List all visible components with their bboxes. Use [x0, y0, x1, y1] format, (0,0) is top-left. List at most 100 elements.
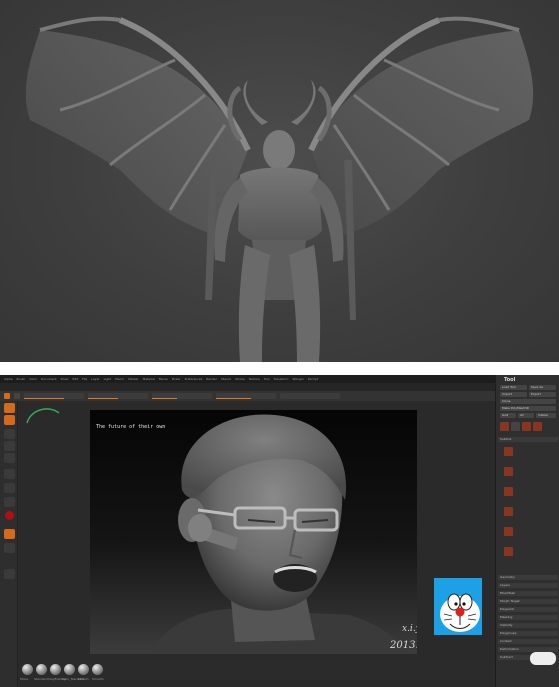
signature-name: x.i.y. — [402, 624, 417, 634]
subtool-thumb-2[interactable] — [504, 467, 513, 476]
menu-item-alpha[interactable]: Alpha — [4, 377, 13, 381]
zsub-button[interactable] — [14, 393, 20, 399]
tool-thumb-2[interactable] — [511, 422, 520, 431]
navigation-gizmo-icon[interactable] — [23, 403, 63, 433]
menu-item-zplugin[interactable]: Zplugin — [292, 377, 303, 381]
tool-palette-title: Tool — [504, 377, 516, 383]
zadd-button[interactable] — [4, 393, 10, 399]
menu-item-edit[interactable]: Edit — [72, 377, 78, 381]
morph-target-section[interactable]: Morph Target — [498, 599, 558, 604]
import-button[interactable]: Import — [500, 392, 527, 397]
doraemon-sticker-image — [434, 578, 482, 635]
all-button[interactable]: All — [518, 413, 534, 418]
z-intensity-slider[interactable] — [88, 393, 148, 399]
edit-tool-icon[interactable] — [4, 403, 15, 413]
clone-button[interactable]: Clone — [500, 399, 556, 404]
left-shelf — [0, 401, 18, 687]
menu-item-tool[interactable]: Tool — [264, 377, 270, 381]
document-viewport[interactable]: The future of their own x.i.y. 2013.1.8 — [90, 410, 417, 654]
watermark-badge — [530, 652, 556, 665]
brush-damstandard-icon[interactable] — [64, 664, 75, 675]
brush-smooth-icon[interactable] — [92, 664, 103, 675]
export-button[interactable]: Export — [529, 392, 556, 397]
brush-hpolish-label: hPolish — [78, 677, 89, 681]
demon-sculpt-render — [0, 0, 559, 362]
tool-thumb-3[interactable] — [522, 422, 531, 431]
masking-section[interactable]: Masking — [498, 615, 558, 620]
dynamic-slider[interactable] — [280, 393, 340, 399]
subtool-thumb-6[interactable] — [504, 547, 513, 556]
menu-item-stencil[interactable]: Stencil — [221, 377, 231, 381]
brush-standard-label: Standard — [34, 677, 48, 681]
menu-item-macro[interactable]: Macro — [115, 377, 124, 381]
contact-section[interactable]: Contact — [498, 639, 558, 644]
subtool-section[interactable]: Subtool — [498, 437, 558, 442]
stroke-icon[interactable] — [4, 483, 15, 493]
demon-sculpt-image — [25, 16, 534, 362]
head-sculpt-image — [150, 414, 410, 654]
symmetry-icon[interactable] — [4, 569, 15, 579]
move-tool-icon[interactable] — [4, 429, 15, 439]
brush-standard-icon[interactable] — [36, 664, 47, 675]
layers-section[interactable]: Layers — [498, 583, 558, 588]
menu-item-zscript[interactable]: Zscript — [308, 377, 318, 381]
tool-thumb-4[interactable] — [533, 422, 542, 431]
menu-item-layer[interactable]: Layer — [91, 377, 99, 381]
menu-item-stroke[interactable]: Stroke — [235, 377, 245, 381]
menu-item-brush[interactable]: Brush — [17, 377, 26, 381]
color-icon[interactable] — [4, 529, 15, 539]
menu-item-texture[interactable]: Texture — [249, 377, 260, 381]
visible-button[interactable]: Visible — [536, 413, 556, 418]
menu-item-preferences[interactable]: Preferences — [185, 377, 203, 381]
signature-date: 2013.1.8 — [390, 640, 417, 651]
brush-move-label: Move — [20, 677, 29, 681]
menu-item-color[interactable]: Color — [29, 377, 37, 381]
separator — [0, 362, 559, 375]
menu-item-light[interactable]: Light — [104, 377, 112, 381]
brush-claybuildup-icon[interactable] — [50, 664, 61, 675]
save-as-button[interactable]: Save As — [529, 385, 556, 390]
polypaint-section[interactable]: Polypaint — [498, 607, 558, 612]
doraemon-face-icon — [440, 593, 480, 632]
viewport-caption: The future of their own — [96, 424, 166, 430]
geometry-section[interactable]: Geometry — [498, 575, 558, 580]
polygroups-section[interactable]: Polygroups — [498, 631, 558, 636]
tool-thumb-1[interactable] — [500, 422, 509, 431]
bottom-shelf: Move Standard ClayBuildup Dam_Standard h… — [18, 662, 495, 687]
brush-icon[interactable] — [4, 469, 15, 479]
brush-hpolish-icon[interactable] — [78, 664, 89, 675]
brush-smooth-label: Smooth — [92, 677, 104, 681]
menu-item-draw[interactable]: Draw — [61, 377, 69, 381]
load-tool-button[interactable]: Load Tool — [500, 385, 527, 390]
menu-item-marker[interactable]: Marker — [128, 377, 138, 381]
material-icon[interactable] — [5, 511, 14, 520]
menu-item-file[interactable]: File — [82, 377, 87, 381]
fibermesh-section[interactable]: FiberMesh — [498, 591, 558, 596]
rgb-intensity-slider[interactable] — [24, 393, 84, 399]
status-bar — [0, 383, 495, 391]
scale-tool-icon[interactable] — [4, 441, 15, 451]
subtool-thumb-1[interactable] — [504, 447, 513, 456]
alpha-icon[interactable] — [4, 497, 15, 507]
visibility-section[interactable]: Visibility — [498, 623, 558, 628]
brush-move-icon[interactable] — [22, 664, 33, 675]
draw-size-slider[interactable] — [216, 393, 276, 399]
focal-shift-slider[interactable] — [152, 393, 212, 399]
texture-icon[interactable] — [4, 543, 15, 553]
goz-button[interactable]: GoZ — [500, 413, 516, 418]
menu-bar: Alpha Brush Color Document Draw Edit Fil… — [0, 375, 559, 383]
subtool-thumb-3[interactable] — [504, 487, 513, 496]
make-polymesh-button[interactable]: Make PolyMesh3D — [500, 406, 556, 411]
menu-item-transform[interactable]: Transform — [274, 377, 289, 381]
subtool-thumb-5[interactable] — [504, 527, 513, 536]
menu-item-material[interactable]: Material — [143, 377, 155, 381]
draw-tool-icon[interactable] — [4, 415, 15, 425]
menu-item-document[interactable]: Document — [41, 377, 57, 381]
tool-palette: Tool Load Tool Save As Import Export Clo… — [495, 375, 559, 687]
menu-item-picker[interactable]: Picker — [172, 377, 181, 381]
menu-item-movie[interactable]: Movie — [159, 377, 168, 381]
subtool-thumb-4[interactable] — [504, 507, 513, 516]
menu-item-render[interactable]: Render — [206, 377, 217, 381]
top-shelf — [0, 391, 495, 401]
rotate-tool-icon[interactable] — [4, 453, 15, 463]
